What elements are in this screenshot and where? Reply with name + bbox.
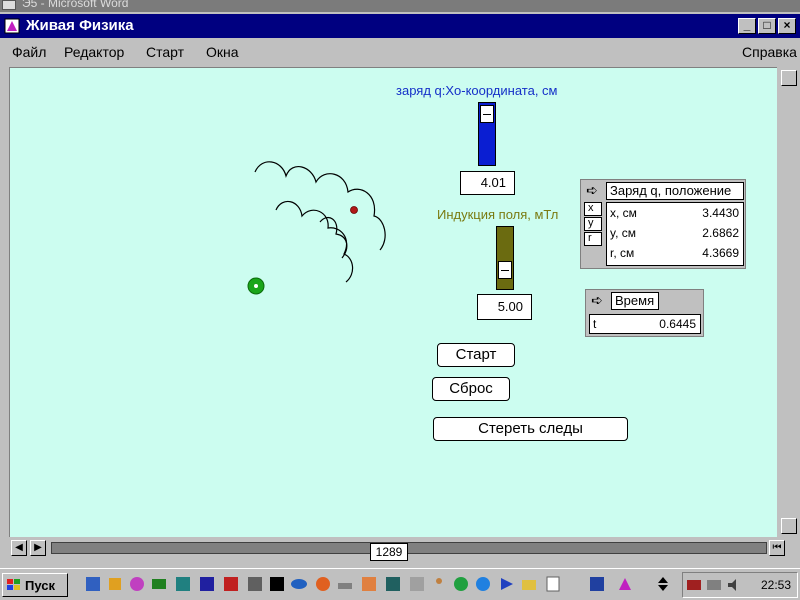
menu-editor[interactable]: Редактор [64, 44, 124, 60]
clear-traces-button[interactable]: Стереть следы [433, 417, 628, 441]
window-title-bar[interactable]: Живая Физика _ □ × [0, 14, 800, 38]
induction-value-field[interactable]: 5.00 [477, 294, 532, 320]
quicklaunch-icon-7[interactable] [222, 575, 240, 593]
position-meter-title: Заряд q, положение [606, 182, 744, 200]
position-meter-body: x, см 3.4430 y, см 2.6862 r, см 4.3669 [606, 202, 744, 266]
clock: 22:53 [760, 578, 791, 592]
induction-slider-knob[interactable] [498, 261, 512, 279]
window-title: Живая Физика [26, 17, 134, 34]
menu-start[interactable]: Старт [146, 44, 184, 60]
tag-x[interactable]: x [584, 202, 602, 216]
start-button[interactable]: Старт [437, 343, 515, 367]
scroll-left-icon[interactable]: ◀ [11, 540, 27, 556]
frame-track[interactable]: 1289 [51, 542, 767, 561]
time-row: t 0.6445 [593, 317, 696, 331]
internet-explorer-icon[interactable] [474, 575, 492, 593]
frame-thumb[interactable]: 1289 [370, 543, 408, 561]
system-tray: 22:53 [682, 572, 798, 598]
quicklaunch-icon-8[interactable] [246, 575, 264, 593]
charge-slider-label: заряд q:Xo-координата, см [396, 83, 558, 98]
reset-button[interactable]: Сброс [432, 377, 510, 401]
quicklaunch-icon-14[interactable] [384, 575, 402, 593]
folder-icon[interactable] [520, 575, 538, 593]
menu-file[interactable]: Файл [12, 44, 46, 60]
tray-icon-display[interactable] [705, 576, 723, 594]
center-marker [254, 284, 258, 288]
quicklaunch-icon-15[interactable] [408, 575, 426, 593]
menu-bar: Файл Редактор Старт Окна Справка [0, 38, 800, 66]
quicklaunch-icon-1[interactable] [84, 575, 102, 593]
background-word-window-title: Э5 - Microsoft Word [0, 0, 800, 12]
close-button[interactable]: × [778, 18, 796, 34]
tag-y[interactable]: y [584, 217, 602, 231]
position-row-y: y, см 2.6862 [610, 226, 739, 240]
quicklaunch-icon-12[interactable] [336, 575, 354, 593]
right-arrow-icon[interactable]: ➪ [584, 183, 600, 197]
menu-windows[interactable]: Окна [206, 44, 239, 60]
position-row-r: r, см 4.3669 [610, 246, 739, 260]
time-meter: ➪ Время t 0.6445 [585, 289, 704, 337]
quicklaunch-icon-13[interactable] [360, 575, 378, 593]
speaker-icon[interactable] [725, 576, 743, 594]
time-meter-title: Время [611, 292, 659, 310]
scroll-down-button[interactable] [781, 518, 797, 534]
quicklaunch-icon-16[interactable] [430, 575, 448, 593]
charge-slider-knob[interactable] [480, 105, 494, 123]
word-task-button[interactable] [588, 575, 606, 593]
tag-r[interactable]: r [584, 232, 602, 246]
charge-value-field[interactable]: 4.01 [460, 171, 515, 195]
time-meter-body: t 0.6445 [589, 314, 701, 334]
quicklaunch-icon-21[interactable] [544, 575, 562, 593]
quicklaunch-icon-3[interactable] [128, 575, 146, 593]
minimize-button[interactable]: _ [738, 18, 756, 34]
word-window-title-text: Э5 - Microsoft Word [22, 0, 129, 10]
scroll-end-icon[interactable]: ⏮ [769, 540, 785, 556]
maximize-button[interactable]: □ [758, 18, 776, 34]
vertical-scrollbar[interactable] [778, 66, 800, 538]
quicklaunch-icon-5[interactable] [174, 575, 192, 593]
frame-scrollbar[interactable]: ◀ ▶ 1289 ⏮ [9, 539, 785, 561]
simulation-canvas[interactable]: заряд q:Xo-координата, см 4.01 Индукция … [9, 67, 777, 537]
trajectory-trace-2 [275, 200, 354, 283]
quicklaunch-icon-11[interactable] [314, 575, 332, 593]
scroll-up-button[interactable] [781, 70, 797, 86]
quicklaunch-icon-6[interactable] [198, 575, 216, 593]
charge-q[interactable] [350, 206, 358, 214]
quicklaunch-icon-10[interactable] [290, 575, 308, 593]
windows-logo-icon [7, 579, 20, 590]
quicklaunch-icon-4[interactable] [150, 575, 168, 593]
start-button-taskbar[interactable]: Пуск [2, 573, 68, 597]
charge-slider[interactable] [478, 102, 496, 166]
quicklaunch-icon-2[interactable] [106, 575, 124, 593]
position-meter: ➪ Заряд q, положение x y r x, см 3.4430 … [580, 179, 746, 269]
right-arrow-icon[interactable]: ➪ [589, 293, 605, 307]
induction-slider[interactable] [496, 226, 514, 290]
app-icon [4, 18, 20, 34]
taskbar: Пуск 22:53 [0, 568, 800, 600]
quicklaunch-icon-17[interactable] [452, 575, 470, 593]
position-row-x: x, см 3.4430 [610, 206, 739, 220]
trajectory-trace-1 [254, 161, 386, 251]
scroll-step-right-icon[interactable]: ▶ [30, 540, 46, 556]
quicklaunch-icon-19[interactable] [498, 575, 516, 593]
induction-slider-label: Индукция поля, мТл [437, 207, 559, 222]
tray-icon-network[interactable] [685, 576, 703, 594]
task-scroll-icon[interactable] [654, 575, 672, 593]
word-app-icon [2, 0, 16, 10]
physics-task-button[interactable] [616, 575, 634, 593]
quicklaunch-icon-9[interactable] [268, 575, 286, 593]
trajectory-trace-3 [319, 217, 348, 259]
menu-help[interactable]: Справка [742, 44, 797, 60]
